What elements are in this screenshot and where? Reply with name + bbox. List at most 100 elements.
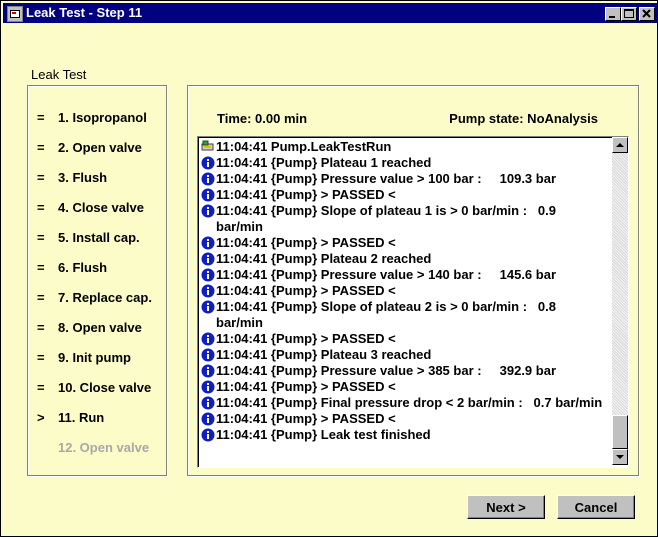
log-line: 11:04:41 {Pump} > PASSED < <box>200 283 610 299</box>
step-label: 7. Replace cap. <box>58 290 152 305</box>
log-text: 11:04:41 {Pump} Final pressure drop < 2 … <box>216 395 603 410</box>
log-line: 11:04:41 {Pump} Leak test finished <box>200 427 610 443</box>
scroll-thumb[interactable] <box>612 415 628 449</box>
step-label: 5. Install cap. <box>58 230 140 245</box>
step-item: = 9. Init pump <box>28 348 166 370</box>
log-line: 11:04:41 {Pump} > PASSED < <box>200 235 610 251</box>
step-marker: = <box>37 350 45 365</box>
log-line: bar/min <box>200 219 610 235</box>
step-item: = 7. Replace cap. <box>28 288 166 310</box>
step-label: 10. Close valve <box>58 380 152 395</box>
minimize-button[interactable] <box>605 7 621 21</box>
steps-panel: = 1. Isopropanol = 2. Open valve = 3. Flush = 4… <box>27 85 167 476</box>
log-line: 11:04:41 {Pump} Slope of plateau 1 is > … <box>200 203 610 219</box>
log-line: 11:04:41 {Pump} Final pressure drop < 2 … <box>200 395 610 411</box>
step-marker: = <box>37 380 45 395</box>
info-icon <box>201 268 215 282</box>
info-icon <box>201 284 215 298</box>
step-item: = 3. Flush <box>28 168 166 190</box>
info-icon <box>201 332 215 346</box>
maximize-button[interactable] <box>621 7 637 21</box>
info-icon <box>201 300 215 314</box>
log-text: 11:04:41 {Pump} Plateau 3 reached <box>216 347 432 362</box>
step-item: = 2. Open valve <box>28 138 166 160</box>
step-label: 6. Flush <box>58 260 108 275</box>
log-line: 11:04:41 {Pump} Plateau 2 reached <box>200 251 610 267</box>
log-text: 11:04:41 {Pump} Pressure value > 140 bar… <box>216 267 556 282</box>
step-item: = 10. Close valve <box>28 378 166 400</box>
log-line: 11:04:41 {Pump} > PASSED < <box>200 379 610 395</box>
step-marker: = <box>37 110 45 125</box>
info-icon <box>201 204 215 218</box>
step-item: >11. Run <box>28 408 166 430</box>
step-label: 4. Close valve <box>58 200 144 215</box>
step-label: 2. Open valve <box>58 140 142 155</box>
info-icon <box>201 396 215 410</box>
log-line: 11:04:41 {Pump} Pressure value > 140 bar… <box>200 267 610 283</box>
window-title: Leak Test - Step 11 <box>26 5 143 20</box>
log-line: 11:04:41 {Pump} > PASSED < <box>200 331 610 347</box>
step-marker: = <box>37 170 45 185</box>
log-line: 11:04:41 {Pump} Pressure value > 385 bar… <box>200 363 610 379</box>
info-icon <box>201 236 215 250</box>
status-panel: Time: 0.00 min Pump state: NoAnalysis 11… <box>187 85 639 476</box>
log-scrollbar[interactable] <box>612 137 628 465</box>
log-text: 11:04:41 {Pump} > PASSED < <box>216 379 396 394</box>
step-marker: = <box>37 320 45 335</box>
step-label: 11. Run <box>58 410 105 425</box>
log-text: 11:04:41 {Pump} > PASSED < <box>216 235 396 250</box>
log-line: 11:04:41 Pump.LeakTestRun <box>200 139 610 155</box>
step-label: 1. Isopropanol <box>58 110 147 125</box>
log-line: bar/min <box>200 315 610 331</box>
leak-test-window: Leak Test - Step 11 Leak Test = 1. Isopro… <box>0 0 658 537</box>
pump-icon <box>201 140 215 154</box>
info-icon <box>201 172 215 186</box>
next-button[interactable]: Next > <box>467 495 545 519</box>
log-text: bar/min <box>216 219 263 234</box>
log-text: 11:04:41 {Pump} > PASSED < <box>216 283 396 298</box>
log-text: 11:04:41 {Pump} Slope of plateau 2 is > … <box>216 299 556 314</box>
info-icon <box>201 348 215 362</box>
log-text: 11:04:41 {Pump} Leak test finished <box>216 427 431 442</box>
cancel-button[interactable]: Cancel <box>557 495 635 519</box>
log-line: 11:04:41 {Pump} Slope of plateau 2 is > … <box>200 299 610 315</box>
time-label: Time: 0.00 min <box>217 111 308 126</box>
log-lines: 11:04:41 Pump.LeakTestRun 11:04:41 {Pump}… <box>200 139 610 443</box>
info-icon <box>201 252 215 266</box>
step-item: = 6. Flush <box>28 258 166 280</box>
log-list[interactable]: 11:04:41 Pump.LeakTestRun 11:04:41 {Pump}… <box>197 136 629 468</box>
step-label: 3. Flush <box>58 170 108 185</box>
scroll-down-button[interactable] <box>612 449 628 465</box>
close-icon <box>642 9 651 18</box>
step-item: = 5. Install cap. <box>28 228 166 250</box>
minimize-icon <box>609 16 615 18</box>
log-text: 11:04:41 {Pump} Slope of plateau 1 is > … <box>216 203 556 218</box>
info-icon <box>201 412 215 426</box>
log-text: 11:04:41 {Pump} Pressure value > 385 bar… <box>216 363 556 378</box>
close-button[interactable] <box>639 7 655 21</box>
step-marker: = <box>37 140 45 155</box>
log-text: bar/min <box>216 315 263 330</box>
arrow-down-icon <box>616 455 624 459</box>
info-icon <box>201 428 215 442</box>
group-label: Leak Test <box>31 67 87 82</box>
maximize-icon <box>624 9 634 18</box>
log-text: 11:04:41 Pump.LeakTestRun <box>216 139 392 154</box>
step-marker: = <box>37 260 45 275</box>
step-label: 8. Open valve <box>58 320 142 335</box>
log-line: 11:04:41 {Pump} Plateau 1 reached <box>200 155 610 171</box>
scroll-up-button[interactable] <box>612 137 628 153</box>
step-marker: = <box>37 290 45 305</box>
step-label: 12. Open valve <box>58 440 150 455</box>
log-line: 11:04:41 {Pump} > PASSED < <box>200 187 610 203</box>
pump-state-label: Pump state: NoAnalysis <box>449 111 598 126</box>
step-item: = 8. Open valve <box>28 318 166 340</box>
info-icon <box>201 380 215 394</box>
app-icon[interactable] <box>7 6 23 22</box>
log-line: 11:04:41 {Pump} > PASSED < <box>200 411 610 427</box>
log-line: 11:04:41 {Pump} Pressure value > 100 bar… <box>200 171 610 187</box>
log-text: 11:04:41 {Pump} Plateau 2 reached <box>216 251 432 266</box>
title-bar[interactable]: Leak Test - Step 11 <box>3 3 657 23</box>
info-icon <box>201 188 215 202</box>
log-line: 11:04:41 {Pump} Plateau 3 reached <box>200 347 610 363</box>
